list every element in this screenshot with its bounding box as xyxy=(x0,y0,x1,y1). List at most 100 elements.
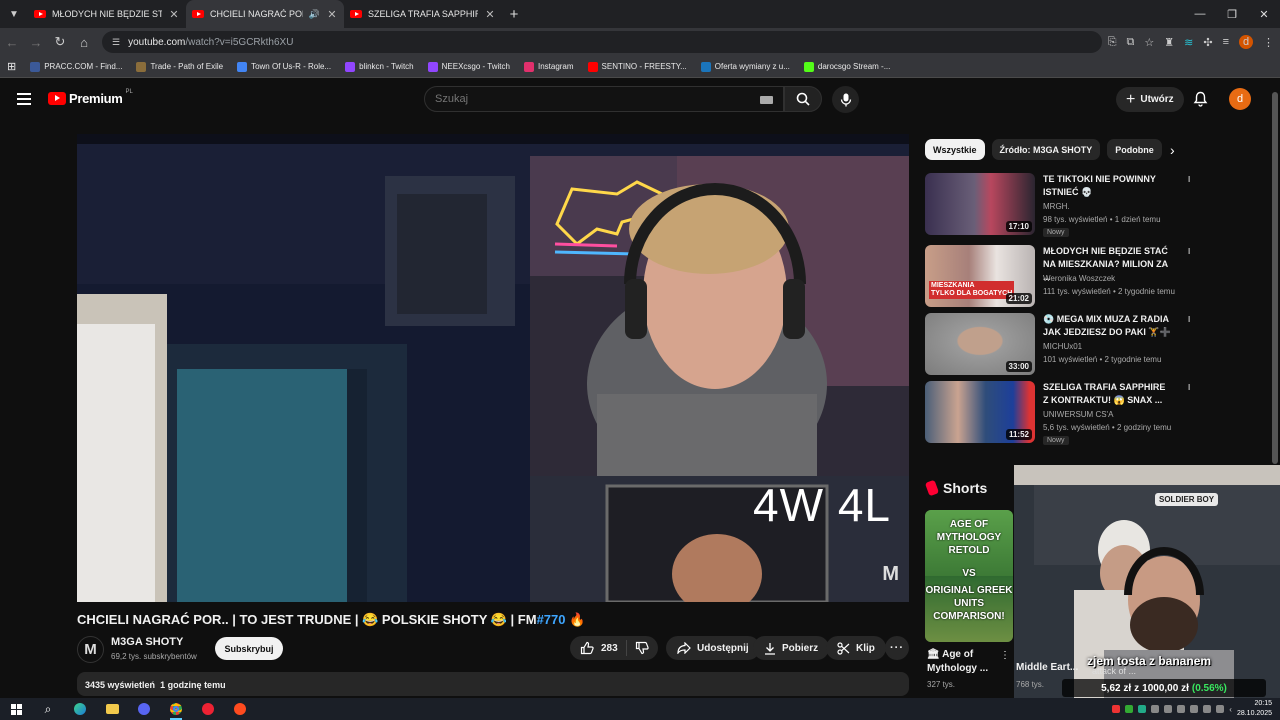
extension-icon[interactable]: ≋ xyxy=(1184,36,1193,49)
short-title[interactable]: Middle Eart... xyxy=(1016,662,1078,673)
recommendation-menu-icon[interactable]: ··· xyxy=(1183,383,1197,389)
subscribe-button[interactable]: Subskrybuj xyxy=(215,637,283,660)
close-tab-icon[interactable]: ✕ xyxy=(484,8,496,21)
hamburger-menu-icon[interactable] xyxy=(17,93,31,105)
home-icon[interactable]: ⌂ xyxy=(72,28,96,56)
notifications-bell-icon[interactable] xyxy=(1193,91,1208,112)
install-icon[interactable]: ⎘ xyxy=(1108,36,1117,49)
tray-chevron-icon[interactable]: ‹ xyxy=(1229,705,1232,714)
recommendation-title[interactable]: SZELIGA TRAFIA SAPPHIRE Z KONTRAKTU! 😱 S… xyxy=(1043,381,1173,407)
tray-icon[interactable] xyxy=(1138,705,1147,713)
youtube-premium-logo[interactable]: Premium PL xyxy=(48,89,133,106)
share-button[interactable]: Udostępnij xyxy=(666,636,760,660)
recommendation-item[interactable]: 11:52 SZELIGA TRAFIA SAPPHIRE Z KONTRAKT… xyxy=(925,381,1265,445)
minimize-icon[interactable]: — xyxy=(1184,0,1216,28)
kebab-menu-icon[interactable]: ⋮ xyxy=(1263,36,1274,49)
url-field[interactable]: ☰ youtube.com/watch?v=i5GCRkth6XU xyxy=(102,31,1102,53)
browser-tab[interactable]: SZELIGA TRAFIA SAPPHIRE Z K ✕ xyxy=(344,0,502,28)
extension-icon[interactable]: ♜ xyxy=(1164,36,1174,49)
dislike-button[interactable] xyxy=(627,641,649,655)
network-icon[interactable] xyxy=(1203,705,1212,713)
puzzle-icon[interactable]: ✣ xyxy=(1203,36,1212,49)
recommendation-item[interactable]: MIESZKANIA TYLKO DLA BOGATYCH 21:02 MŁODY… xyxy=(925,245,1265,307)
video-thumbnail[interactable]: 33:00 xyxy=(925,313,1035,375)
apps-icon[interactable]: ⊞ xyxy=(0,60,23,73)
speaker-icon[interactable]: 🔊 xyxy=(309,9,320,20)
recommendation-channel[interactable]: MRGH. xyxy=(1043,202,1070,211)
video-thumbnail[interactable]: MIESZKANIA TYLKO DLA BOGATYCH 21:02 xyxy=(925,245,1035,307)
tray-icon[interactable] xyxy=(1151,705,1160,713)
file-explorer-icon[interactable] xyxy=(96,698,128,720)
back-icon[interactable]: ← xyxy=(0,28,24,56)
recommendation-item[interactable]: 17:10 TE TIKTOKI NIE POWINNY ISTNIEĆ 💀 M… xyxy=(925,173,1265,237)
browser-tab-active[interactable]: CHCIELI NAGRAĆ POR.. | TO 🔊 ✕ xyxy=(186,0,344,28)
tray-icon[interactable] xyxy=(1112,705,1121,713)
recommendation-title[interactable]: TE TIKTOKI NIE POWINNY ISTNIEĆ 💀 xyxy=(1043,173,1173,199)
voice-search-button[interactable] xyxy=(832,86,859,113)
bookmark-item[interactable]: Oferta wymiany z u... xyxy=(694,61,797,72)
taskbar-clock[interactable]: 20:15 28.10.2025 xyxy=(1237,699,1272,719)
volume-icon[interactable] xyxy=(1190,705,1199,713)
clip-button[interactable]: Klip xyxy=(826,636,886,660)
chevron-right-icon[interactable]: › xyxy=(1170,142,1175,158)
site-info-icon[interactable]: ☰ xyxy=(112,37,120,48)
bookmark-item[interactable]: SENTINO - FREESTY... xyxy=(581,61,694,72)
channel-avatar[interactable]: M xyxy=(77,636,104,663)
media-control-icon[interactable]: ≡ xyxy=(1223,36,1229,48)
recommendation-menu-icon[interactable]: ··· xyxy=(1183,315,1197,321)
recommendation-item[interactable]: 33:00 💿 MEGA MIX MUZA Z RADIA JAK JEDZIE… xyxy=(925,313,1265,375)
video-title-hashtag[interactable]: #770 xyxy=(537,612,566,627)
chrome-icon[interactable] xyxy=(160,698,192,720)
edge-browser-icon[interactable] xyxy=(64,698,96,720)
chip-related[interactable]: Podobne xyxy=(1107,139,1162,160)
bookmark-item[interactable]: Instagram xyxy=(517,61,581,72)
recommendation-channel[interactable]: MICHUx01 xyxy=(1043,342,1082,351)
tray-icon[interactable] xyxy=(1177,705,1186,713)
browser-tab[interactable]: MŁODYCH NIE BĘDZIE STAĆ NA ✕ xyxy=(28,0,186,28)
short-title[interactable]: 🏛 Age of Mythology ... xyxy=(927,648,997,676)
short-thumbnail[interactable]: AGE OF MYTHOLOGY RETOLD VS ORIGINAL GREE… xyxy=(925,510,1013,642)
search-icon[interactable]: ⌕ xyxy=(32,698,64,720)
chip-all[interactable]: Wszystkie xyxy=(925,139,985,160)
page-scrollbar[interactable] xyxy=(1272,92,1278,464)
description-box[interactable]: 3435 wyświetleń 1 godzinę temu xyxy=(77,672,909,696)
more-actions-icon[interactable]: ··· xyxy=(885,636,909,660)
short-menu-icon[interactable]: ⋮ xyxy=(1000,650,1010,661)
recommendation-menu-icon[interactable]: ··· xyxy=(1183,175,1197,181)
bookmark-item[interactable]: Town Of Us-R - Role... xyxy=(230,61,338,72)
channel-name[interactable]: M3GA SHOTY xyxy=(111,636,183,648)
create-button[interactable]: + Utwórz xyxy=(1116,87,1184,112)
recommendation-channel[interactable]: Weronika Woszczek xyxy=(1043,274,1115,283)
close-window-icon[interactable]: ✕ xyxy=(1248,0,1280,28)
restore-icon[interactable]: ❐ xyxy=(1216,0,1248,28)
account-avatar[interactable]: d xyxy=(1229,88,1251,110)
close-tab-icon[interactable]: ✕ xyxy=(326,8,338,21)
app-icon[interactable] xyxy=(192,698,224,720)
video-thumbnail[interactable]: 17:10 xyxy=(925,173,1035,235)
recommendation-menu-icon[interactable]: ··· xyxy=(1183,247,1197,253)
translate-icon[interactable]: ⧉ xyxy=(1127,36,1135,49)
video-player[interactable]: 4W 4L M xyxy=(77,134,909,602)
bookmark-item[interactable]: Trade - Path of Exile xyxy=(129,61,230,72)
chip-source[interactable]: Źródło: M3GA SHOTY xyxy=(991,139,1101,160)
new-tab-button[interactable]: + xyxy=(502,6,526,23)
bookmark-item[interactable]: blinkcn - Twitch xyxy=(338,61,421,72)
forward-icon[interactable]: → xyxy=(24,28,48,56)
video-thumbnail[interactable]: 11:52 xyxy=(925,381,1035,443)
close-tab-icon[interactable]: ✕ xyxy=(168,8,180,21)
bookmark-item[interactable]: NEEXcsgo - Twitch xyxy=(421,61,517,72)
recommendation-channel[interactable]: UNIWERSUM CS'A xyxy=(1043,410,1113,419)
tab-search-button[interactable]: ▼ xyxy=(0,0,28,28)
ea-app-icon[interactable] xyxy=(224,698,256,720)
download-button[interactable]: Pobierz xyxy=(753,636,830,660)
windows-start-icon[interactable] xyxy=(0,698,32,720)
bookmark-star-icon[interactable]: ☆ xyxy=(1144,36,1154,49)
discord-icon[interactable] xyxy=(128,698,160,720)
tray-icon[interactable] xyxy=(1216,705,1225,713)
keyboard-icon[interactable] xyxy=(760,96,773,104)
tray-icon[interactable] xyxy=(1125,705,1134,713)
bookmark-item[interactable]: darocsgo Stream -... xyxy=(797,61,897,72)
like-button[interactable]: 283 xyxy=(570,640,627,656)
search-button[interactable] xyxy=(784,86,822,112)
search-input[interactable] xyxy=(435,93,735,105)
